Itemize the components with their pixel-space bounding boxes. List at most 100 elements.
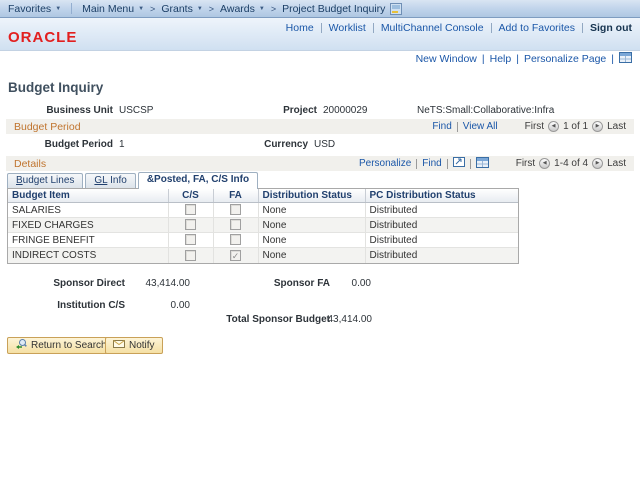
table-header-row: Budget Item C/S FA Distribution Status P… — [8, 189, 518, 203]
distribution-status-cell: None — [258, 203, 365, 218]
favorites-label: Favorites — [8, 3, 51, 15]
tab-gl-info[interactable]: GL Info — [85, 173, 135, 188]
divider — [457, 122, 458, 132]
column-header-budget-item[interactable]: Budget Item — [8, 189, 168, 203]
awards-label: Awards — [220, 3, 255, 15]
budget-item-cell: SALARIES — [8, 203, 168, 218]
pager-first-label: First — [525, 121, 544, 132]
budget-period-section-bar: Budget Period Find View All First ◀ 1 of… — [6, 119, 634, 134]
business-unit-label: Business Unit — [18, 105, 113, 116]
add-to-favorites-link[interactable]: Add to Favorites — [499, 22, 575, 34]
find-link[interactable]: Find — [432, 121, 451, 132]
main-menu[interactable]: Main Menu ▼ — [82, 3, 144, 15]
fa-checkbox[interactable] — [230, 250, 241, 261]
grid-layout-icon[interactable] — [619, 52, 632, 66]
column-header-pc-distribution-status[interactable]: PC Distribution Status — [365, 189, 518, 203]
header-links: Home Worklist MultiChannel Console Add t… — [286, 22, 632, 34]
download-grid-icon[interactable] — [476, 157, 489, 171]
favorites-menu[interactable]: Favorites ▼ — [8, 3, 61, 15]
breadcrumb-separator: > — [150, 4, 155, 14]
chevron-down-icon: ▼ — [259, 6, 265, 12]
find-link[interactable]: Find — [422, 158, 441, 169]
cs-checkbox[interactable] — [185, 219, 196, 230]
pc-distribution-status-cell: Distributed — [365, 218, 518, 233]
currency-label: Currency — [240, 139, 308, 150]
tab-label: GL — [94, 175, 107, 186]
total-sponsor-budget-value: 43,414.00 — [302, 314, 372, 325]
previous-row-icon[interactable]: ◀ — [548, 121, 559, 132]
business-unit-value: USCSP — [119, 105, 153, 116]
divider — [582, 23, 583, 33]
worklist-link[interactable]: Worklist — [329, 22, 366, 34]
table-row: INDIRECT COSTS None Distributed — [8, 248, 518, 263]
return-to-search-button[interactable]: Return to Search — [7, 337, 115, 354]
previous-rows-icon[interactable]: ◀ — [539, 158, 550, 169]
table-row: SALARIES None Distributed — [8, 203, 518, 218]
current-page-label: Project Budget Inquiry — [282, 3, 385, 15]
pager-first-label: First — [516, 158, 535, 169]
multichannel-console-link[interactable]: MultiChannel Console — [381, 22, 484, 34]
personalize-page-link[interactable]: Personalize Page — [524, 53, 606, 65]
divider — [416, 159, 417, 169]
details-section-title: Details — [14, 158, 46, 170]
sponsor-fa-value: 0.00 — [301, 278, 371, 289]
distribution-status-cell: None — [258, 248, 365, 263]
breadcrumb-awards[interactable]: Awards ▼ — [220, 3, 265, 15]
cs-checkbox[interactable] — [185, 204, 196, 215]
sign-out-link[interactable]: Sign out — [590, 22, 632, 34]
tab-label: B — [16, 175, 23, 186]
breadcrumb-page-icon[interactable] — [390, 3, 402, 15]
pager-last-label: Last — [607, 158, 626, 169]
fa-checkbox[interactable] — [230, 234, 241, 245]
project-label: Project — [240, 105, 317, 116]
table-row: FRINGE BENEFIT None Distributed — [8, 233, 518, 248]
details-grid: Budget Item C/S FA Distribution Status P… — [7, 188, 519, 264]
next-rows-icon[interactable]: ▶ — [592, 158, 603, 169]
budget-item-cell: INDIRECT COSTS — [8, 248, 168, 263]
cs-checkbox[interactable] — [185, 234, 196, 245]
notify-button[interactable]: Notify — [105, 337, 163, 354]
personalize-link[interactable]: Personalize — [359, 158, 411, 169]
pager-position: 1 of 1 — [563, 121, 588, 132]
fa-checkbox[interactable] — [230, 204, 241, 215]
home-link[interactable]: Home — [286, 22, 314, 34]
new-window-link[interactable]: New Window — [416, 53, 477, 65]
column-header-fa[interactable]: FA — [213, 189, 258, 203]
utility-links: New Window | Help | Personalize Page | — [416, 52, 632, 66]
oracle-logo: ORACLE — [8, 29, 77, 46]
help-link[interactable]: Help — [490, 53, 512, 65]
breadcrumb-grants[interactable]: Grants ▼ — [161, 3, 202, 15]
zoom-grid-icon[interactable] — [453, 157, 465, 170]
sponsor-direct-value: 43,414.00 — [120, 278, 190, 289]
view-all-link[interactable]: View All — [463, 121, 498, 132]
budget-period-pager: First ◀ 1 of 1 ▶ Last — [525, 121, 626, 132]
next-row-icon[interactable]: ▶ — [592, 121, 603, 132]
divider — [447, 159, 448, 169]
pager-position: 1-4 of 4 — [554, 158, 588, 169]
tab-posted-fa-cs-info[interactable]: &Posted, FA, C/S Info — [138, 172, 258, 189]
column-header-distribution-status[interactable]: Distribution Status — [258, 189, 365, 203]
tab-budget-lines[interactable]: Budget Lines — [7, 173, 83, 188]
pager-last-label: Last — [607, 121, 626, 132]
fa-checkbox[interactable] — [230, 219, 241, 230]
notify-label: Notify — [129, 340, 155, 351]
tab-label: udget Lines — [23, 175, 75, 186]
sponsor-direct-label: Sponsor Direct — [20, 278, 125, 289]
divider — [491, 23, 492, 33]
return-to-search-label: Return to Search — [31, 340, 107, 351]
page-title: Budget Inquiry — [8, 80, 103, 95]
divider — [470, 159, 471, 169]
chevron-down-icon: ▼ — [55, 6, 61, 12]
project-value: 20000029 — [323, 105, 368, 116]
currency-value: USD — [314, 139, 335, 150]
return-to-search-icon — [15, 338, 27, 353]
tab-label: Info — [107, 175, 126, 186]
chevron-down-icon: ▼ — [197, 6, 203, 12]
cs-checkbox[interactable] — [185, 250, 196, 261]
institution-cs-value: 0.00 — [120, 300, 190, 311]
details-section-bar: Details Personalize Find First ◀ 1-4 of … — [6, 156, 634, 171]
breadcrumb-separator: > — [271, 4, 276, 14]
project-description: NeTS:Small:Collaborative:Infra — [417, 105, 554, 116]
column-header-cs[interactable]: C/S — [168, 189, 213, 203]
distribution-status-cell: None — [258, 218, 365, 233]
